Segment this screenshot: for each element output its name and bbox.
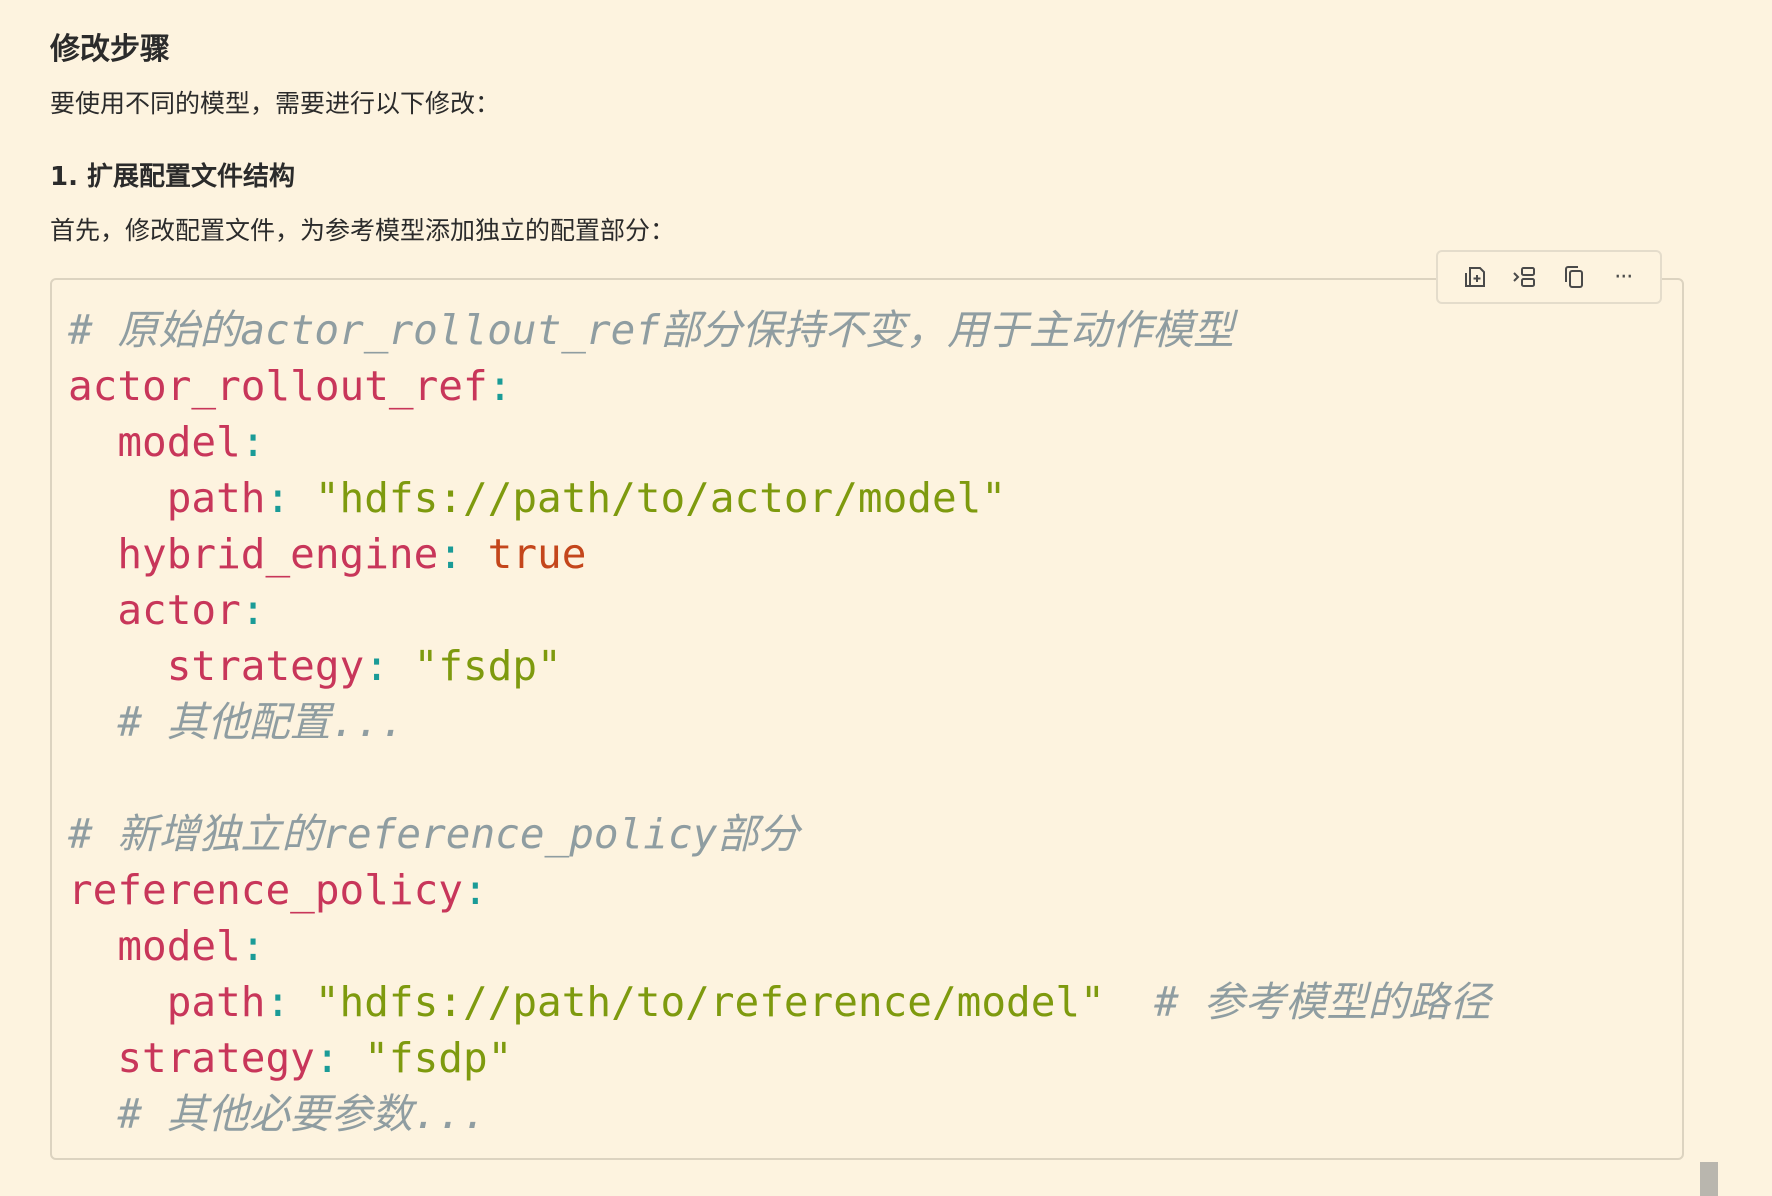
code-string: "fsdp"	[364, 1034, 513, 1082]
code-string: "hdfs://path/to/actor/model"	[314, 474, 1007, 522]
copy-icon	[1561, 264, 1587, 290]
code-punctuation: :	[487, 362, 513, 410]
code-line: hybrid_engine: true	[68, 526, 1491, 582]
code-line: actor_rollout_ref:	[68, 358, 1491, 414]
code-punctuation: :	[314, 1034, 365, 1082]
code-punctuation: :	[438, 530, 488, 578]
code-comment: # 新增独立的reference_policy部分	[68, 810, 800, 858]
code-line: # 其他必要参数...	[68, 1086, 1491, 1142]
code-comment: # 参考模型的路径	[1154, 978, 1491, 1026]
code-line: actor:	[68, 582, 1491, 638]
code-line: # 原始的actor_rollout_ref部分保持不变，用于主动作模型	[68, 302, 1491, 358]
more-button[interactable]: ···	[1603, 257, 1643, 297]
split-icon	[1511, 264, 1537, 290]
code-key: model	[117, 922, 241, 970]
code-key: reference_policy	[68, 866, 463, 914]
code-line: # 新增独立的reference_policy部分	[68, 806, 1491, 862]
code-key: path	[166, 978, 266, 1026]
code-line: strategy: "fsdp"	[68, 1030, 1491, 1086]
code-line: model:	[68, 414, 1491, 470]
code-punctuation: :	[265, 978, 315, 1026]
code-boolean: true	[487, 530, 587, 578]
more-icon: ···	[1614, 264, 1633, 290]
code-line: strategy: "fsdp"	[68, 638, 1491, 694]
scrollbar-thumb[interactable]	[1700, 1162, 1718, 1196]
code-line: model:	[68, 918, 1491, 974]
split-button[interactable]	[1504, 257, 1544, 297]
step-paragraph: 首先，修改配置文件，为参考模型添加独立的配置部分：	[50, 216, 676, 245]
code-toolbar: ···	[1436, 250, 1662, 304]
code-punctuation: :	[265, 474, 315, 522]
code-content[interactable]: # 原始的actor_rollout_ref部分保持不变，用于主动作模型 acto…	[68, 302, 1491, 1142]
insert-button[interactable]	[1455, 257, 1495, 297]
code-punctuation: :	[240, 922, 266, 970]
code-line: reference_policy:	[68, 862, 1491, 918]
code-line: path: "hdfs://path/to/reference/model" #…	[68, 974, 1491, 1030]
step-heading: 1. 扩展配置文件结构	[50, 162, 296, 192]
code-string: "hdfs://path/to/reference/model"	[314, 978, 1105, 1026]
code-block[interactable]: # 原始的actor_rollout_ref部分保持不变，用于主动作模型 acto…	[50, 278, 1684, 1160]
code-punctuation: :	[240, 586, 266, 634]
code-key: strategy	[117, 1034, 315, 1082]
code-comment: # 其他配置...	[117, 698, 405, 746]
code-key: hybrid_engine	[117, 530, 439, 578]
code-key: path	[166, 474, 266, 522]
code-string: "fsdp"	[413, 642, 562, 690]
copy-button[interactable]	[1554, 257, 1594, 297]
code-punctuation: :	[462, 866, 488, 914]
code-comment: # 其他必要参数...	[117, 1090, 487, 1138]
code-key: strategy	[166, 642, 365, 690]
code-punctuation: :	[364, 642, 414, 690]
code-key: actor	[117, 586, 241, 634]
insert-icon	[1462, 264, 1488, 290]
code-line: path: "hdfs://path/to/actor/model"	[68, 470, 1491, 526]
code-comment: # 原始的actor_rollout_ref部分保持不变，用于主动作模型	[68, 306, 1234, 354]
section-heading: 修改步骤	[50, 32, 170, 67]
code-key: model	[117, 418, 241, 466]
code-punctuation: :	[240, 418, 266, 466]
code-line: # 其他配置...	[68, 694, 1491, 750]
intro-paragraph: 要使用不同的模型，需要进行以下修改：	[50, 89, 501, 118]
code-key: actor_rollout_ref	[68, 362, 488, 410]
